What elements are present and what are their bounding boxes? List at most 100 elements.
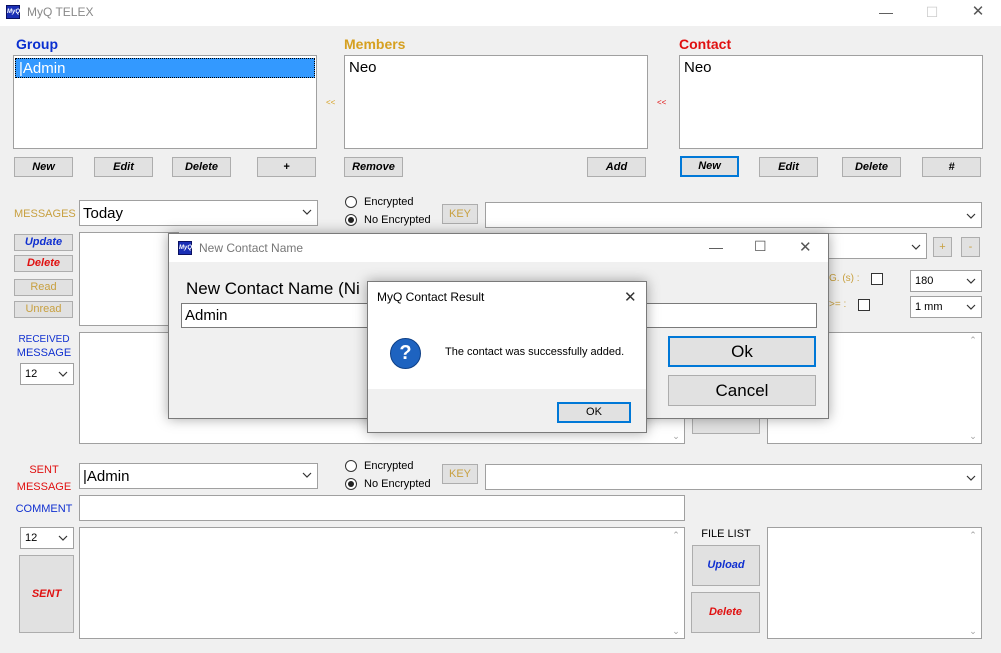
scroll-down-icon[interactable]: ⌄ bbox=[670, 431, 682, 441]
interval-value: 180 bbox=[915, 275, 934, 287]
new-contact-name-value: Admin bbox=[185, 307, 228, 324]
chevron-down-icon bbox=[58, 535, 68, 541]
received-label-line1: RECEIVED bbox=[18, 334, 70, 345]
new-contact-cancel-button[interactable]: Cancel bbox=[668, 375, 816, 406]
new-contact-prompt: New Contact Name (Ni bbox=[186, 279, 360, 298]
sent-label-line1: SENT bbox=[29, 464, 59, 476]
group-plus-button[interactable]: + bbox=[257, 157, 316, 177]
result-message: The contact was successfully added. bbox=[445, 346, 625, 358]
messages-filter-select[interactable]: Today bbox=[79, 200, 318, 226]
title-bar: MyQ MyQ TELEX — ☐ ✕ bbox=[0, 0, 1001, 26]
group-new-button[interactable]: New bbox=[14, 157, 73, 177]
members-remove-button[interactable]: Remove bbox=[344, 157, 403, 177]
comment-label: COMMENT bbox=[15, 503, 73, 515]
no-encrypted-label: No Encrypted bbox=[364, 214, 431, 226]
members-list-item[interactable]: Neo bbox=[346, 58, 646, 78]
sent-key-button[interactable]: KEY bbox=[442, 464, 478, 484]
sent-encrypted-radio[interactable] bbox=[345, 460, 357, 472]
new-contact-dialog-titlebar: MyQ New Contact Name — ☐ ✕ bbox=[169, 234, 828, 262]
new-contact-ok-button[interactable]: Ok bbox=[668, 336, 816, 367]
chevron-down-icon bbox=[58, 371, 68, 377]
sent-group-value: |Admin bbox=[83, 468, 130, 485]
messages-list[interactable] bbox=[79, 232, 179, 326]
minimize-icon[interactable]: — bbox=[709, 239, 723, 255]
contact-arrow-icon[interactable]: << bbox=[657, 98, 666, 107]
messages-delete-button[interactable]: Delete bbox=[14, 255, 73, 272]
comment-input[interactable] bbox=[79, 495, 685, 521]
chk1-checkbox[interactable] bbox=[871, 273, 883, 285]
members-list[interactable]: Neo bbox=[344, 55, 648, 149]
chevron-down-icon bbox=[966, 213, 976, 219]
encrypted-label: Encrypted bbox=[364, 196, 414, 208]
result-dialog: MyQ Contact Result ✕ ? The contact was s… bbox=[367, 281, 647, 433]
file-list-label: FILE LIST bbox=[701, 528, 751, 540]
sent-no-encrypted-label: No Encrypted bbox=[364, 478, 431, 490]
encrypted-radio[interactable] bbox=[345, 196, 357, 208]
messages-label: MESSAGES bbox=[14, 208, 76, 220]
scroll-up-icon[interactable]: ⌃ bbox=[967, 335, 979, 345]
scroll-down-icon[interactable]: ⌄ bbox=[670, 626, 682, 636]
contact-list[interactable]: Neo bbox=[679, 55, 983, 149]
scroll-up-icon[interactable]: ⌃ bbox=[670, 530, 682, 540]
chk1-label: G. (s) : bbox=[829, 273, 860, 284]
file-list-area[interactable]: ⌃ ⌄ bbox=[767, 527, 982, 639]
no-encrypted-radio[interactable] bbox=[345, 214, 357, 226]
scroll-up-icon[interactable]: ⌃ bbox=[967, 530, 979, 540]
received-font-size-select[interactable]: 12 bbox=[20, 363, 74, 385]
contact-list-item[interactable]: Neo bbox=[681, 58, 981, 78]
messages-key-button[interactable]: KEY bbox=[442, 204, 478, 224]
minus-button[interactable]: - bbox=[961, 237, 980, 257]
group-label: Group bbox=[16, 36, 58, 52]
group-list-item[interactable]: |Admin bbox=[15, 58, 315, 78]
window-title: MyQ TELEX bbox=[27, 5, 94, 19]
received-label-line2: MESSAGE bbox=[16, 347, 72, 359]
messages-key-select[interactable] bbox=[485, 202, 982, 228]
chk2-checkbox[interactable] bbox=[858, 299, 870, 311]
minimize-button[interactable]: — bbox=[863, 0, 909, 26]
read-button[interactable]: Read bbox=[14, 279, 73, 296]
contact-edit-button[interactable]: Edit bbox=[759, 157, 818, 177]
chevron-down-icon bbox=[911, 244, 921, 250]
sent-key-select[interactable] bbox=[485, 464, 982, 490]
scroll-down-icon[interactable]: ⌄ bbox=[967, 431, 979, 441]
unread-button[interactable]: Unread bbox=[14, 301, 73, 318]
chevron-down-icon bbox=[302, 472, 312, 478]
question-icon: ? bbox=[390, 338, 421, 369]
chevron-down-icon bbox=[966, 304, 976, 310]
chk2-label: >= : bbox=[829, 299, 847, 310]
sent-encrypted-label: Encrypted bbox=[364, 460, 414, 472]
result-ok-button[interactable]: OK bbox=[557, 402, 631, 423]
close-icon[interactable]: ✕ bbox=[624, 288, 637, 306]
group-delete-button[interactable]: Delete bbox=[172, 157, 231, 177]
upload-button[interactable]: Upload bbox=[692, 545, 760, 586]
size-select[interactable]: 1 mm bbox=[910, 296, 982, 318]
scroll-down-icon[interactable]: ⌄ bbox=[967, 626, 979, 636]
sent-button[interactable]: SENT bbox=[19, 555, 74, 633]
sent-font-size-value: 12 bbox=[25, 532, 38, 544]
close-icon[interactable]: ✕ bbox=[799, 238, 812, 256]
maximize-button[interactable]: ☐ bbox=[909, 0, 955, 26]
interval-select[interactable]: 180 bbox=[910, 270, 982, 292]
group-list[interactable]: |Admin bbox=[13, 55, 317, 149]
close-button[interactable]: ✕ bbox=[955, 0, 1001, 26]
files-delete-button[interactable]: Delete bbox=[691, 592, 760, 633]
sent-group-select[interactable]: |Admin bbox=[79, 463, 318, 489]
contact-hash-button[interactable]: # bbox=[922, 157, 981, 177]
sent-message-area[interactable]: ⌃ ⌄ bbox=[79, 527, 685, 639]
sent-no-encrypted-radio[interactable] bbox=[345, 478, 357, 490]
contact-label: Contact bbox=[679, 36, 732, 52]
contact-delete-button[interactable]: Delete bbox=[842, 157, 901, 177]
contact-new-button[interactable]: New bbox=[680, 156, 739, 177]
group-edit-button[interactable]: Edit bbox=[94, 157, 153, 177]
members-add-button[interactable]: Add bbox=[587, 157, 646, 177]
size-value: 1 mm bbox=[915, 301, 943, 313]
plus-button[interactable]: + bbox=[933, 237, 952, 257]
chevron-down-icon bbox=[966, 475, 976, 481]
update-button[interactable]: Update bbox=[14, 234, 73, 251]
sent-label-line2: MESSAGE bbox=[16, 481, 72, 493]
maximize-icon[interactable]: ☐ bbox=[754, 238, 767, 255]
messages-filter-value: Today bbox=[83, 205, 124, 222]
sent-font-size-select[interactable]: 12 bbox=[20, 527, 74, 549]
members-arrow-icon[interactable]: << bbox=[326, 98, 335, 107]
right-filter-select[interactable] bbox=[825, 233, 927, 259]
